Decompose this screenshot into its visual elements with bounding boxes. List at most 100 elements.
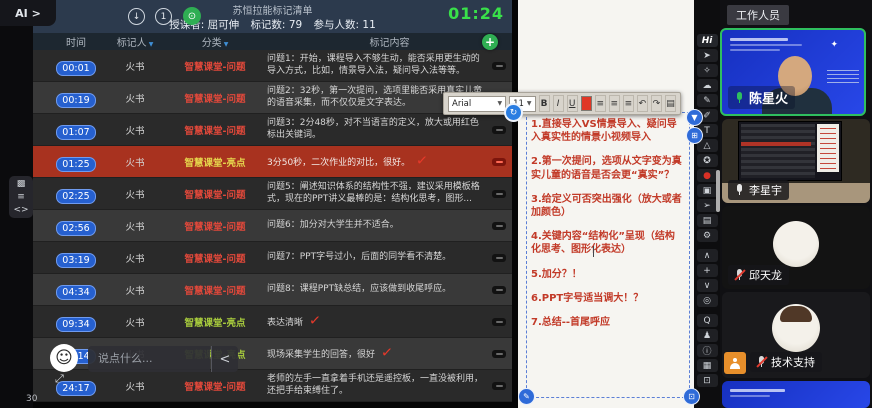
row-action-icon[interactable] <box>492 126 506 134</box>
col-marker: 标记人▼ <box>107 34 163 49</box>
emoji-button[interactable]: ☺ <box>50 344 78 372</box>
table-row[interactable]: 24:17火书智慧课堂-问题老师的左手一直拿着手机还是遥控板，一直没被利用，还把… <box>33 370 512 402</box>
row-action-icon[interactable] <box>492 286 506 294</box>
row-action-icon[interactable] <box>492 382 506 390</box>
row-action-icon[interactable] <box>492 190 506 198</box>
font-color-swatch[interactable] <box>581 96 592 111</box>
camera-icon[interactable]: ▦ <box>697 359 718 372</box>
category-label: 智慧课堂-问题 <box>163 283 267 297</box>
row-action-icon[interactable] <box>492 318 506 326</box>
ai-panel-button[interactable]: AI > <box>0 0 56 26</box>
magnifier-icon[interactable]: ◎ <box>697 294 718 307</box>
camera-button[interactable]: ⊙ <box>183 7 201 25</box>
selection-move-handle[interactable]: ▼ <box>686 109 703 126</box>
gear-icon[interactable]: ⚙ <box>697 229 718 242</box>
person-icon[interactable]: ♟ <box>697 329 718 342</box>
monitor-icon[interactable]: ⊡ <box>697 374 718 387</box>
video-tile[interactable]: 邱天龙 <box>722 206 870 289</box>
align-right-button[interactable]: ≡ <box>623 95 634 112</box>
chat-input[interactable]: 说点什么... <box>88 346 210 372</box>
row-action-icon[interactable] <box>492 62 506 70</box>
scrollbar-thumb[interactable] <box>716 170 720 212</box>
table-row[interactable]: 02:56火书智慧课堂-问题问题6：加分对大学生并不适合。 <box>33 210 512 242</box>
align-center-button[interactable]: ≡ <box>609 95 620 112</box>
video-tile-partial[interactable] <box>722 381 870 408</box>
q-avatar-icon[interactable]: Q <box>697 314 718 327</box>
pointer-icon[interactable]: ➤ <box>697 49 718 62</box>
row-action-icon[interactable] <box>492 158 506 166</box>
table-row[interactable]: 01:25火书智慧课堂-亮点3分50秒，二次作业的对比，很好。✓ <box>33 146 512 178</box>
video-tile[interactable]: ✦ 陈星火 <box>720 28 866 116</box>
note-item: 3.给定义可否突出强化（放大或者加颜色） <box>531 193 683 219</box>
lasso-icon[interactable]: ✧ <box>697 64 718 77</box>
clipboard-icon[interactable]: ▤ <box>697 214 718 227</box>
whiteboard-page[interactable]: 1.直接导入VS情景导入、疑问导入真实性的情景小视频导入2.第一次提问，选项从文… <box>518 0 694 408</box>
add-mark-button[interactable]: + <box>482 34 498 50</box>
filter-icon[interactable]: ▼ <box>149 41 154 48</box>
more-format-button[interactable]: ▤ <box>665 95 676 112</box>
document-notes: 1.直接导入VS情景导入、疑问导入真实性的情景小视频导入2.第一次提问，选项从文… <box>531 118 683 340</box>
count-badge[interactable]: 1 <box>155 8 172 25</box>
marker-name: 火书 <box>107 91 163 105</box>
download-button[interactable]: ↓ <box>128 8 145 25</box>
row-action-icon[interactable] <box>492 222 506 230</box>
fullscreen-icon[interactable]: ⤢ <box>55 372 64 386</box>
redo-button[interactable]: ↷ <box>651 95 662 112</box>
row-action-icon[interactable] <box>492 254 506 262</box>
marker-name: 火书 <box>107 123 163 137</box>
person-icon <box>729 358 741 369</box>
time-badge: 00:19 <box>56 93 95 108</box>
filter-icon[interactable]: ▼ <box>224 41 229 48</box>
mark-content: 问题3：2分48秒，对不当语言的定义，放大或用红色标出关键词。 <box>267 118 486 141</box>
italic-button[interactable]: I <box>553 95 564 112</box>
undo-button[interactable]: ↶ <box>637 95 648 112</box>
selection-resize-handle[interactable]: ⊡ <box>683 388 700 405</box>
table-row[interactable]: 02:25火书智慧课堂-问题问题5：阐述知识体系的结构性不强，建议采用模板格式，… <box>33 178 512 210</box>
video-tile[interactable]: 技术支持 <box>722 292 870 378</box>
chevron-down-icon: ▼ <box>497 100 502 107</box>
info-icon[interactable]: ⓘ <box>697 344 718 357</box>
scroll-up-icon[interactable]: ∧ <box>697 249 718 262</box>
panel-title: 苏恒拉能标记清单 <box>33 2 512 17</box>
align-left-button[interactable]: ≡ <box>595 95 606 112</box>
participant-name: 李星宇 <box>749 182 782 198</box>
note-item: 2.第一次提问，选项从文字变为真实儿童的语音是否会更“真实”？ <box>531 155 683 181</box>
video-tile[interactable]: 李星宇 <box>722 119 870 203</box>
mark-content: 表达清晰✓ <box>267 312 486 330</box>
sync-badge[interactable]: ↻ <box>504 103 523 122</box>
screenshot-icon[interactable]: ▣ <box>697 184 718 197</box>
share-arrow-icon[interactable]: ➢ <box>697 199 718 212</box>
media-tools-panel: ▩ ≡ <> <box>9 176 33 218</box>
font-family-select[interactable]: Arial▼ <box>448 96 506 112</box>
zoom-in-icon[interactable]: + <box>697 264 718 277</box>
mark-content: 3分50秒，二次作业的对比，很好。✓ <box>267 152 486 170</box>
session-timer: 01:24 <box>448 4 504 23</box>
chat-collapse-button[interactable]: < <box>211 346 238 372</box>
table-row[interactable]: 09:34火书智慧课堂-亮点表达清晰✓ <box>33 306 512 338</box>
cloud-icon[interactable]: ☁ <box>697 79 718 92</box>
participant-name: 邱天龙 <box>749 267 782 283</box>
code-icon[interactable]: <> <box>13 205 28 215</box>
table-row[interactable]: 01:07火书智慧课堂-问题问题3：2分48秒，对不当语言的定义，放大或用红色标… <box>33 114 512 146</box>
pencil-icon[interactable]: ✎ <box>697 94 718 107</box>
list-icon[interactable]: ≡ <box>17 192 25 202</box>
paint-icon[interactable]: ● <box>697 169 718 182</box>
table-row[interactable]: 00:19火书智慧课堂-问题问题2：32秒，第一次提问，选项里能否采用真实儿童的… <box>33 82 512 114</box>
table-row[interactable]: 03:19火书智慧课堂-问题问题7：PPT字号过小，后面的同学看不清楚。 <box>33 242 512 274</box>
slide-text-line <box>730 38 788 41</box>
bold-button[interactable]: B <box>539 95 550 112</box>
category-label: 智慧课堂-问题 <box>163 187 267 201</box>
stamp-icon[interactable]: ✪ <box>697 154 718 167</box>
table-row[interactable]: 00:01火书智慧课堂-问题问题1：开始，课程导入不够生动，能否采用更生动的导入… <box>33 50 512 82</box>
image-icon[interactable]: ▩ <box>17 179 26 189</box>
selection-edit-handle[interactable]: ✎ <box>518 388 535 405</box>
row-action-icon[interactable] <box>492 350 506 358</box>
selection-grid-handle[interactable]: ⊞ <box>686 127 703 144</box>
tab-staff[interactable]: 工作人员 <box>727 5 789 25</box>
page-number: 30 <box>26 394 37 404</box>
scroll-down-icon[interactable]: ∨ <box>697 279 718 292</box>
checkmark-icon: ✓ <box>308 312 322 331</box>
underline-button[interactable]: U <box>567 95 578 112</box>
table-row[interactable]: 04:34火书智慧课堂-问题问题8：课程PPT缺总结，应该做到收尾呼应。 <box>33 274 512 306</box>
hi-logo[interactable]: Hi <box>697 34 718 47</box>
